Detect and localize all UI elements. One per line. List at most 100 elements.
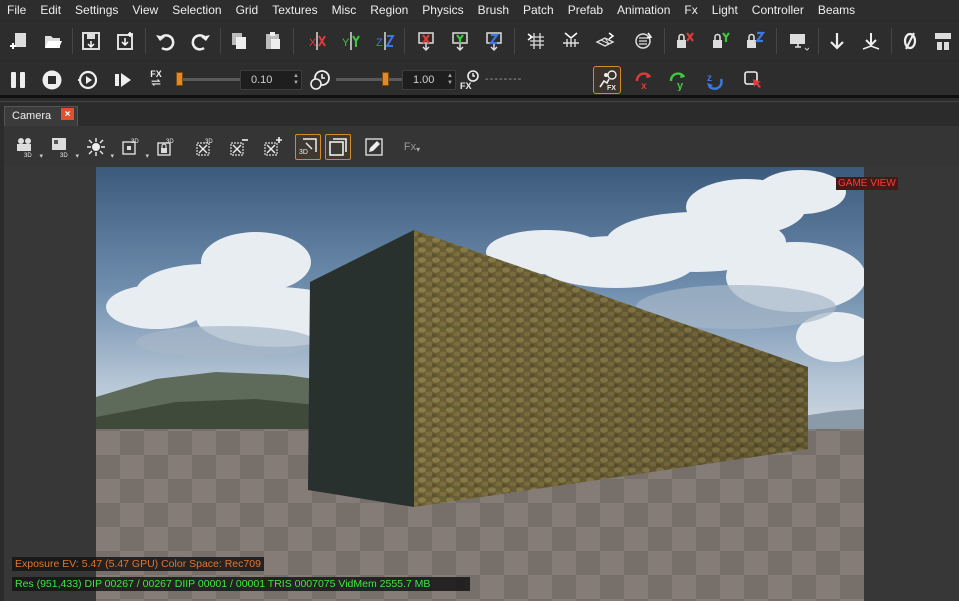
- play-button[interactable]: [75, 67, 101, 93]
- game-view-label: GAME VIEW: [836, 177, 898, 190]
- select-3d-button[interactable]: 3D: [295, 134, 321, 160]
- snap-grid-button[interactable]: [524, 28, 550, 54]
- mirror-y-button[interactable]: Y: [338, 28, 364, 54]
- rotate-y-icon: y: [669, 72, 686, 91]
- rotate-x-button[interactable]: x: [631, 67, 657, 93]
- undo-button[interactable]: [152, 28, 178, 54]
- pause-button[interactable]: [5, 67, 31, 93]
- hide-minus-icon: [230, 139, 248, 156]
- menu-physics[interactable]: Physics: [415, 0, 470, 20]
- undo-icon: [156, 34, 175, 51]
- frame-button[interactable]: [325, 134, 351, 160]
- close-icon[interactable]: ×: [61, 108, 74, 120]
- viewport-3d-button[interactable]: 3D ▾: [48, 134, 79, 160]
- hide-3d-icon: 3D: [196, 139, 213, 156]
- time-scale-slider-track[interactable]: [336, 78, 410, 81]
- align-z-button[interactable]: [481, 28, 507, 54]
- speed-slider-thumb[interactable]: [176, 72, 183, 86]
- copy-button[interactable]: [226, 28, 252, 54]
- time-scale-slider-thumb[interactable]: [382, 72, 389, 86]
- lock-y-icon: [713, 32, 730, 48]
- lock-x-button[interactable]: [672, 28, 698, 54]
- snap-vertex-button[interactable]: [558, 28, 584, 54]
- menu-brush[interactable]: Brush: [471, 0, 516, 20]
- lock-y-button[interactable]: [708, 28, 734, 54]
- menu-bar: File Edit Settings View Selection Grid Texture…: [0, 0, 959, 20]
- game-viewport[interactable]: [96, 167, 864, 601]
- menu-grid[interactable]: Grid: [229, 0, 266, 20]
- fx-label: FX: [150, 68, 162, 79]
- display-menu-button[interactable]: [785, 28, 811, 54]
- align-tool-button[interactable]: [930, 28, 956, 54]
- snap-angle-button[interactable]: [630, 28, 656, 54]
- save-as-button[interactable]: [112, 28, 138, 54]
- rotate-y-button[interactable]: y: [665, 67, 691, 93]
- menu-controller[interactable]: Controller: [745, 0, 811, 20]
- lock-z-button[interactable]: [742, 28, 768, 54]
- menu-animation[interactable]: Animation: [610, 0, 677, 20]
- menu-light[interactable]: Light: [705, 0, 745, 20]
- chevron-down-icon: ▾: [110, 153, 114, 160]
- speed-value-field[interactable]: 0.10 ▲ ▼: [240, 70, 302, 90]
- snap-surface-button[interactable]: [592, 28, 618, 54]
- svg-text:FX: FX: [460, 81, 472, 91]
- snap-to-ground-button[interactable]: [858, 28, 884, 54]
- rotate-z-button[interactable]: z: [701, 67, 727, 93]
- align-y-button[interactable]: [447, 28, 473, 54]
- ai-physics-button[interactable]: FX: [593, 66, 621, 94]
- speed-slider-track[interactable]: [178, 78, 240, 81]
- hide-minus-button[interactable]: [226, 134, 252, 160]
- rotate-snap-icon: [635, 32, 653, 49]
- save-as-icon: [117, 32, 133, 50]
- spin-arrows-icon[interactable]: ▲ ▼: [447, 73, 453, 87]
- align-x-button[interactable]: [413, 28, 439, 54]
- fx-time-button[interactable]: FX: [143, 67, 169, 93]
- fx-clock-icon: FX: [460, 70, 479, 91]
- menu-file[interactable]: File: [0, 0, 33, 20]
- svg-text:3D: 3D: [205, 139, 213, 145]
- time-scale-button[interactable]: [307, 67, 333, 93]
- new-level-button[interactable]: [6, 28, 32, 54]
- menu-view[interactable]: View: [125, 0, 165, 20]
- menu-settings[interactable]: Settings: [68, 0, 125, 20]
- disable-button[interactable]: [897, 28, 923, 54]
- stop-button[interactable]: [39, 67, 65, 93]
- select-object-button[interactable]: [740, 67, 766, 93]
- paste-button[interactable]: [260, 28, 286, 54]
- spin-arrows-icon[interactable]: ▲ ▼: [293, 73, 299, 87]
- lock-3d-button[interactable]: 3D: [153, 134, 179, 160]
- sun-icon: [87, 138, 105, 156]
- open-button[interactable]: [40, 28, 66, 54]
- menu-beams[interactable]: Beams: [811, 0, 862, 20]
- edit-button[interactable]: [361, 134, 387, 160]
- fx-menu-button[interactable]: Fx ▾: [398, 134, 426, 160]
- menu-patch[interactable]: Patch: [516, 0, 561, 20]
- fx-clock-button[interactable]: FX: [457, 67, 483, 93]
- save-button[interactable]: [78, 28, 104, 54]
- new-file-icon: [10, 33, 26, 49]
- snap-grid-icon: [527, 33, 544, 49]
- time-scale-value-field[interactable]: 1.00 ▲ ▼: [402, 70, 456, 90]
- menu-edit[interactable]: Edit: [33, 0, 68, 20]
- redo-button[interactable]: [188, 28, 214, 54]
- menu-misc[interactable]: Misc: [325, 0, 364, 20]
- lighting-button[interactable]: ▾: [83, 134, 114, 160]
- rotate-z-icon: z: [707, 73, 723, 90]
- step-forward-button[interactable]: [110, 67, 136, 93]
- menu-fx[interactable]: Fx: [677, 0, 704, 20]
- mirror-x-button[interactable]: X: [304, 28, 330, 54]
- hide-plus-button[interactable]: [260, 134, 286, 160]
- menu-textures[interactable]: Textures: [265, 0, 324, 20]
- menu-region[interactable]: Region: [363, 0, 415, 20]
- svg-text:z: z: [707, 73, 712, 84]
- drop-to-ground-button[interactable]: [824, 28, 850, 54]
- render-stats: Res (951,433) DIP 00267 / 00267 DIIP 000…: [12, 577, 470, 591]
- menu-prefab[interactable]: Prefab: [561, 0, 610, 20]
- camera-3d-button[interactable]: 3D ▾: [12, 134, 43, 160]
- menu-selection[interactable]: Selection: [165, 0, 228, 20]
- rotate-x-icon: x: [635, 72, 652, 91]
- object-3d-button[interactable]: 3D ▾: [118, 134, 149, 160]
- mirror-z-button[interactable]: Z: [372, 28, 398, 54]
- chevron-down-icon: ▾: [145, 153, 149, 160]
- hide-3d-button[interactable]: 3D: [192, 134, 218, 160]
